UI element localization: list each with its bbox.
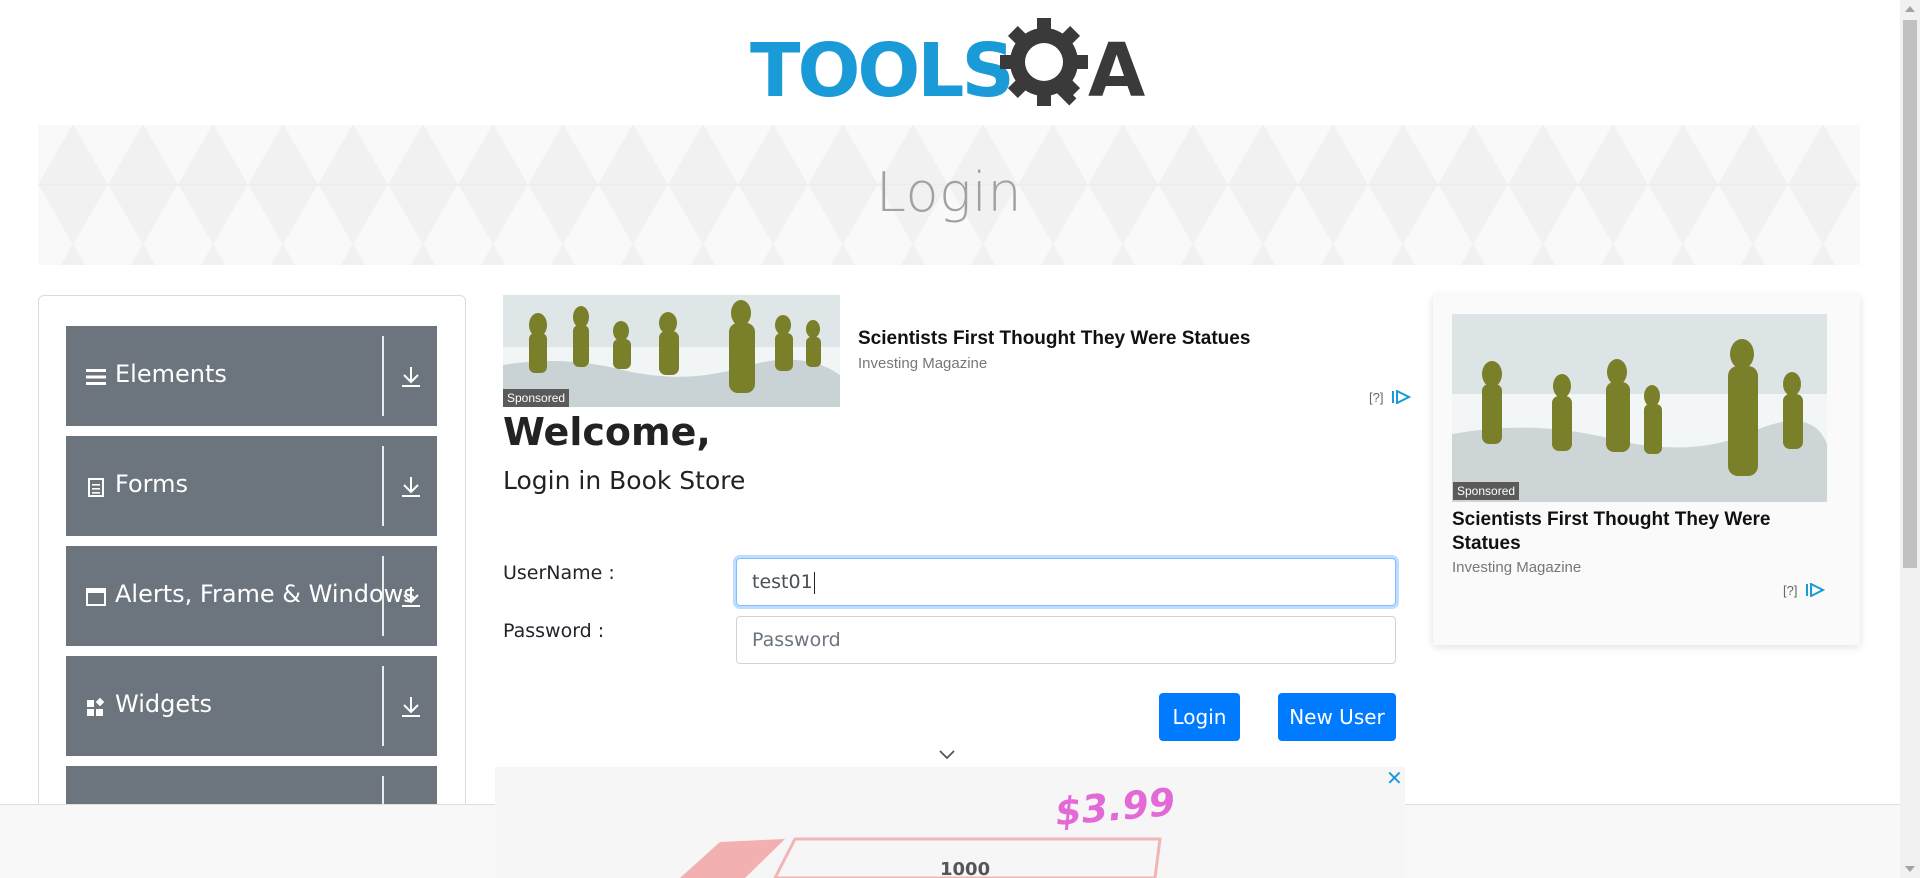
close-icon[interactable]: ✕ (1386, 766, 1403, 790)
logo-text-tools: TOOLS (750, 28, 1012, 114)
new-user-button[interactable]: New User (1278, 693, 1396, 741)
sidebar-group-elements[interactable]: Elements (66, 326, 437, 426)
divider (382, 556, 384, 636)
chevron-down-icon[interactable] (937, 747, 957, 761)
ad-count: 1000 (940, 859, 991, 878)
sidebar-group-label: Widgets (115, 690, 213, 718)
bottom-ad[interactable]: $3.99 1000 (495, 767, 1405, 878)
toolsqa-logo[interactable]: TOOLS A (750, 18, 1155, 114)
login-button[interactable]: Login (1159, 693, 1240, 741)
sponsored-ad-right[interactable]: Sponsored Scientists First Thought They … (1433, 295, 1860, 645)
sidebar-group-label: Alerts, Frame & Windows (115, 580, 416, 608)
download-arrow-icon[interactable] (399, 694, 423, 720)
welcome-heading: Welcome, (503, 410, 711, 454)
document-icon (88, 478, 104, 497)
sidebar-group-alerts[interactable]: Alerts, Frame & Windows (66, 546, 437, 646)
hamburger-icon (86, 369, 106, 385)
ad-source[interactable]: Investing Magazine (1452, 559, 1581, 576)
ad-info-mark[interactable]: [?] (1369, 390, 1383, 405)
widgets-icon (87, 697, 105, 716)
password-input[interactable]: Password (736, 616, 1396, 664)
scroll-down-arrow-icon[interactable] (1905, 866, 1915, 872)
divider (382, 446, 384, 526)
adchoices-icon[interactable] (1391, 390, 1411, 404)
logo-graphic: TOOLS A (750, 18, 1145, 114)
ad-headline[interactable]: Scientists First Thought They Were Statu… (1452, 508, 1822, 556)
ad-info-mark[interactable]: [?] (1783, 583, 1797, 598)
ad-source[interactable]: Investing Magazine (858, 355, 987, 372)
logo-text-a: A (1088, 28, 1145, 114)
ad-photo (1452, 314, 1827, 502)
login-subheading: Login in Book Store (503, 466, 746, 495)
sponsored-tag: Sponsored (503, 389, 570, 407)
sponsored-tag: Sponsored (1453, 482, 1520, 500)
sidebar-group-label: Elements (115, 360, 227, 388)
username-value: test01 (752, 571, 813, 593)
page-banner: Login (38, 125, 1860, 265)
scroll-thumb[interactable] (1903, 20, 1917, 568)
scroll-up-arrow-icon[interactable] (1905, 6, 1915, 12)
sidebar-group-label: Forms (115, 470, 188, 498)
page-title: Login (875, 161, 1023, 224)
sidebar: Elements Forms Alerts, Frame & Windows W… (38, 295, 466, 878)
adchoices-icon[interactable] (1805, 583, 1825, 597)
sidebar-group-forms[interactable]: Forms (66, 436, 437, 536)
ad-image[interactable]: Sponsored (503, 295, 840, 407)
divider (382, 336, 384, 416)
gear-icon (1000, 18, 1088, 106)
download-arrow-icon[interactable] (399, 474, 423, 500)
username-label: UserName : (503, 562, 615, 584)
password-placeholder: Password (752, 629, 841, 651)
ad-headline[interactable]: Scientists First Thought They Were Statu… (858, 328, 1250, 350)
divider (382, 666, 384, 746)
sidebar-group-widgets[interactable]: Widgets (66, 656, 437, 756)
text-caret (813, 571, 815, 594)
download-arrow-icon[interactable] (399, 584, 423, 610)
scrollbar[interactable] (1900, 0, 1920, 878)
username-input[interactable]: test01 (736, 558, 1396, 606)
password-label: Password : (503, 620, 605, 642)
download-arrow-icon[interactable] (399, 364, 423, 390)
sponsored-ad-top[interactable]: Sponsored Scientists First Thought They … (503, 295, 1413, 410)
window-icon (86, 588, 106, 606)
ad-image[interactable]: Sponsored (1452, 314, 1827, 502)
